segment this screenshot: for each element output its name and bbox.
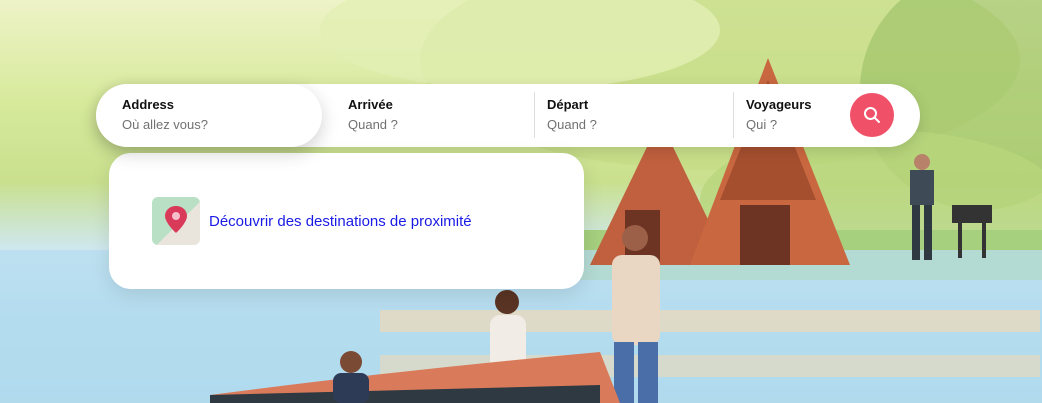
address-label: Address (122, 97, 175, 112)
search-icon (864, 107, 880, 123)
departure-placeholder: Quand ? (547, 117, 597, 132)
arrival-placeholder: Quand ? (348, 117, 398, 132)
search-bar: Address Où allez vous? Arrivée Quand ? D… (96, 84, 920, 147)
address-placeholder: Où allez vous? (122, 117, 208, 132)
arrival-label: Arrivée (348, 97, 393, 112)
nearby-destinations-option[interactable]: Découvrir des destinations de proximité (152, 197, 472, 245)
guests-label: Voyageurs (746, 97, 812, 112)
guests-field[interactable]: Voyageurs Qui ? (746, 84, 846, 147)
search-button[interactable] (850, 93, 894, 137)
departure-date-field[interactable]: Départ Quand ? (547, 84, 733, 147)
destination-suggestions-dropdown: Découvrir des destinations de proximité (109, 153, 584, 289)
address-field[interactable]: Address Où allez vous? (96, 84, 322, 147)
field-divider (733, 92, 734, 138)
nearby-destinations-label: Découvrir des destinations de proximité (209, 212, 472, 230)
field-divider (534, 92, 535, 138)
departure-label: Départ (547, 97, 589, 112)
arrival-date-field[interactable]: Arrivée Quand ? (348, 84, 534, 147)
map-pin-icon (152, 197, 200, 245)
guests-placeholder: Qui ? (746, 117, 778, 132)
